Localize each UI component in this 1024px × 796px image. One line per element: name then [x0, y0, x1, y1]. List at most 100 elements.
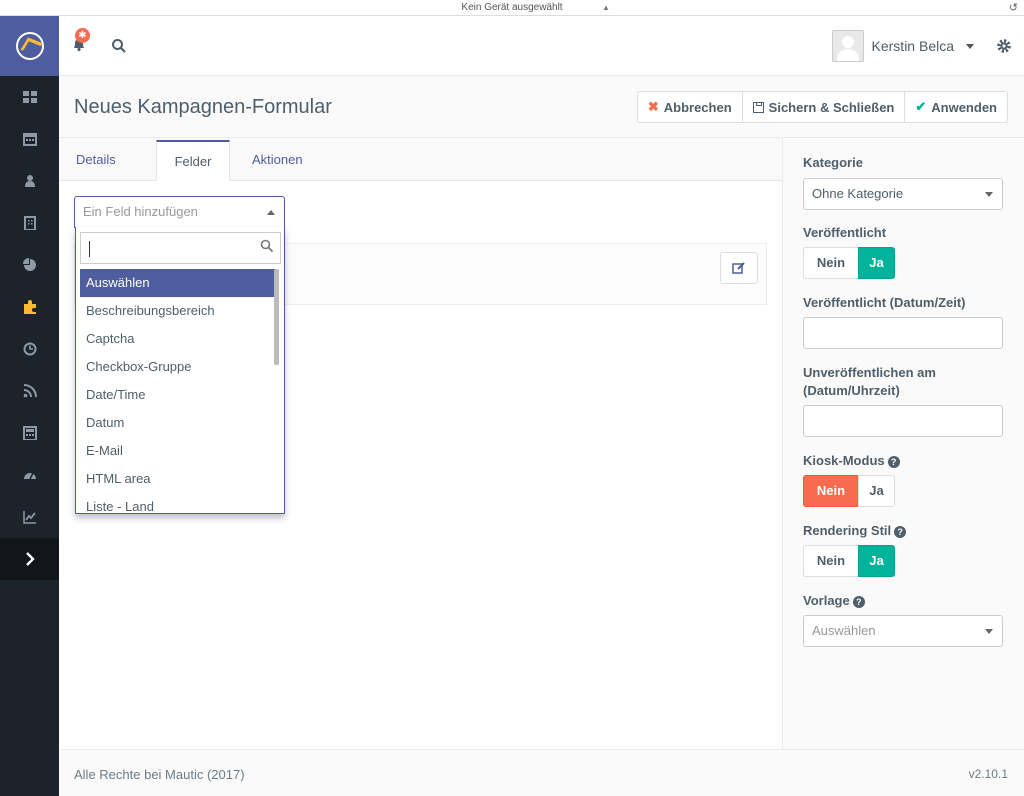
- dropdown-option[interactable]: Liste - Land: [80, 493, 277, 513]
- channels-icon: [23, 384, 37, 398]
- main-sidebar: [0, 16, 59, 796]
- chevron-down-icon: [966, 43, 974, 49]
- published-no-button[interactable]: Nein: [803, 247, 859, 279]
- expand-icon: [25, 552, 35, 566]
- cancel-button-label: Abbrechen: [663, 99, 732, 115]
- edit-icon: [732, 262, 745, 274]
- published-toggle: Nein Ja: [803, 247, 895, 279]
- tab-details[interactable]: Details: [76, 140, 116, 181]
- dropdown-option[interactable]: E-Mail: [80, 437, 277, 465]
- nav-stats[interactable]: [0, 496, 59, 538]
- segments-icon: [22, 258, 36, 271]
- publish-down-label: Unveröffentlichen am (Datum/Uhrzeit): [803, 364, 936, 400]
- dropdown-option[interactable]: Beschreibungsbereich: [80, 297, 277, 325]
- avatar: [831, 30, 864, 62]
- render-style-label-text: Rendering Stil: [803, 523, 892, 538]
- help-icon[interactable]: ?: [852, 596, 865, 608]
- edit-button[interactable]: [720, 252, 758, 284]
- category-label: Kategorie: [803, 155, 863, 170]
- save-icon: [752, 101, 764, 113]
- render-style-label: Rendering Stil?: [803, 522, 907, 540]
- user-name: Kerstin Belca: [871, 38, 954, 54]
- close-icon: ✖: [647, 99, 659, 114]
- help-icon[interactable]: ?: [894, 526, 907, 538]
- check-icon: ✔: [915, 99, 927, 114]
- dropdown-option[interactable]: Auswählen: [80, 269, 277, 297]
- copyright-text: Alle Rechte bei Mautic (2017): [74, 767, 245, 782]
- kiosk-yes-button[interactable]: Ja: [858, 475, 895, 507]
- add-field-placeholder: Ein Feld hinzufügen: [83, 204, 198, 219]
- mautic-logo-icon[interactable]: [0, 16, 59, 76]
- contacts-icon: [24, 175, 35, 187]
- add-field-dropdown: Auswählen Beschreibungsbereich Captcha C…: [75, 227, 285, 514]
- apply-button-label: Anwenden: [931, 99, 997, 115]
- dropdown-options: Auswählen Beschreibungsbereich Captcha C…: [80, 269, 277, 513]
- kiosk-label-text: Kiosk-Modus: [803, 453, 885, 468]
- page-header: Neues Kampagnen-Formular ✖ Abbrechen Sic…: [59, 76, 1024, 138]
- published-label: Veröffentlicht: [803, 225, 887, 240]
- properties-panel: Kategorie Ohne Kategorie Veröffentlicht …: [782, 138, 1024, 749]
- nav-channels[interactable]: [0, 370, 59, 412]
- text-cursor: [89, 241, 90, 257]
- publish-down-input[interactable]: [803, 405, 1003, 437]
- publish-up-input[interactable]: [803, 317, 1003, 349]
- dropdown-search-input[interactable]: [80, 232, 281, 264]
- nav-calendar[interactable]: [0, 118, 59, 160]
- companies-icon: [23, 216, 36, 230]
- publish-down-label-line2: (Datum/Uhrzeit): [803, 383, 900, 398]
- kiosk-no-button[interactable]: Nein: [803, 475, 859, 507]
- template-placeholder: Auswählen: [812, 623, 876, 638]
- top-bar: ✱ Kerstin Belca: [59, 16, 1024, 76]
- nav-points[interactable]: [0, 412, 59, 454]
- cancel-button[interactable]: ✖ Abbrechen: [636, 91, 743, 123]
- page-title: Neues Kampagnen-Formular: [74, 96, 332, 118]
- save-close-button[interactable]: Sichern & Schließen: [741, 91, 906, 123]
- sidebar-expand-button[interactable]: [0, 538, 59, 580]
- nav-reports[interactable]: [0, 454, 59, 496]
- category-select[interactable]: Ohne Kategorie: [803, 178, 1003, 210]
- chevron-up-icon: [267, 210, 275, 215]
- rotate-device-icon[interactable]: ↺: [1009, 0, 1018, 16]
- publish-up-label: Veröffentlicht (Datum/Zeit): [803, 295, 966, 310]
- dropdown-option[interactable]: Datum: [80, 409, 277, 437]
- kiosk-toggle: Nein Ja: [803, 475, 895, 507]
- render-style-toggle: Nein Ja: [803, 545, 895, 577]
- user-menu[interactable]: Kerstin Belca: [831, 30, 974, 62]
- tab-fields[interactable]: Felder: [156, 140, 230, 181]
- components-icon: [23, 300, 36, 314]
- dropdown-scrollbar[interactable]: [274, 269, 279, 365]
- nav-campaigns[interactable]: [0, 328, 59, 370]
- nav-companies[interactable]: [0, 202, 59, 244]
- nav-dashboard[interactable]: [0, 76, 59, 118]
- device-select[interactable]: Kein Gerät ausgewählt: [461, 0, 562, 16]
- calendar-icon: [22, 133, 37, 146]
- help-icon[interactable]: ?: [887, 456, 900, 468]
- search-icon[interactable]: [111, 38, 127, 54]
- chevron-down-icon: [985, 192, 993, 197]
- campaigns-icon: [23, 342, 36, 356]
- apply-button[interactable]: ✔ Anwenden: [904, 91, 1008, 123]
- stats-icon: [22, 511, 36, 524]
- template-select[interactable]: Auswählen: [803, 615, 1003, 647]
- template-label: Vorlage?: [803, 592, 865, 610]
- dropdown-option[interactable]: Captcha: [80, 325, 277, 353]
- category-value: Ohne Kategorie: [812, 186, 904, 201]
- header-actions: ✖ Abbrechen Sichern & Schließen ✔ Anwend…: [636, 91, 1008, 123]
- gear-icon[interactable]: [996, 38, 1012, 54]
- nav-segments[interactable]: [0, 244, 59, 286]
- add-field-select[interactable]: Ein Feld hinzufügen: [74, 196, 285, 228]
- dropdown-option[interactable]: Checkbox-Gruppe: [80, 353, 277, 381]
- tab-actions[interactable]: Aktionen: [252, 140, 303, 181]
- nav-contacts[interactable]: [0, 160, 59, 202]
- device-select-arrows-icon[interactable]: ▲: [602, 0, 610, 15]
- save-close-button-label: Sichern & Schließen: [768, 99, 895, 115]
- render-style-no-button[interactable]: Nein: [803, 545, 859, 577]
- publish-down-label-line1: Unveröffentlichen am: [803, 365, 936, 380]
- dropdown-option[interactable]: Date/Time: [80, 381, 277, 409]
- nav-components[interactable]: [0, 286, 59, 328]
- form-tabs: Details Felder Aktionen: [59, 138, 783, 181]
- kiosk-label: Kiosk-Modus?: [803, 452, 900, 470]
- render-style-yes-button[interactable]: Ja: [858, 545, 895, 577]
- published-yes-button[interactable]: Ja: [858, 247, 895, 279]
- dropdown-option[interactable]: HTML area: [80, 465, 277, 493]
